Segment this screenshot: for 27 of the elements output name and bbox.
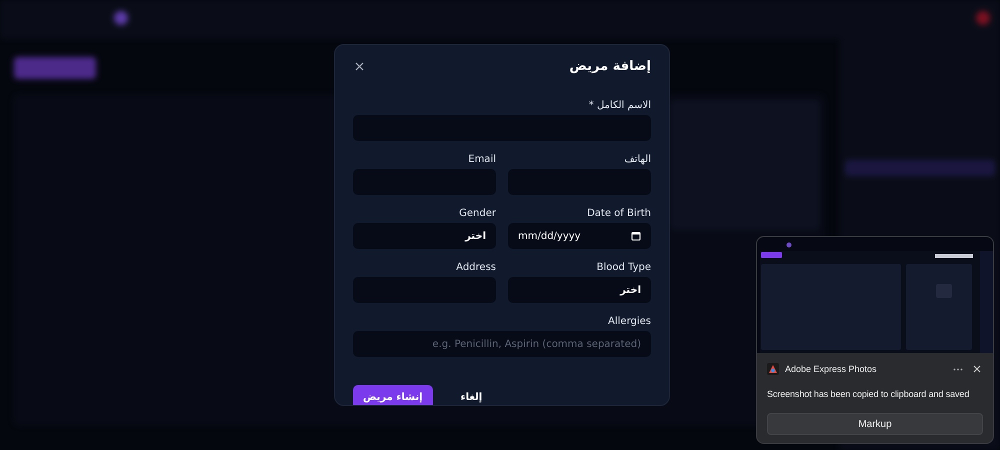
more-icon bbox=[953, 368, 963, 370]
notification-message: Screenshot has been copied to clipboard and saved bbox=[767, 389, 970, 399]
dialog-title: إضافة مريض bbox=[569, 59, 651, 74]
field-label: Blood Type bbox=[596, 262, 651, 273]
app-logo-icon bbox=[767, 363, 779, 375]
select-field[interactable]: اختر bbox=[353, 223, 496, 249]
field-label: Allergies bbox=[608, 316, 651, 327]
text-field[interactable]: e.g. Penicillin, Aspirin (comma separated) bbox=[353, 331, 651, 357]
date-value: mm/dd/yyyy bbox=[518, 230, 581, 242]
select-field[interactable]: اختر bbox=[508, 277, 651, 303]
field-label: الاسم الكامل * bbox=[588, 100, 651, 111]
close-button[interactable] bbox=[353, 60, 366, 73]
app-name: Adobe Express Photos bbox=[785, 364, 878, 374]
field-label: Address bbox=[456, 262, 496, 273]
close-icon bbox=[355, 62, 364, 71]
field-label: Date of Birth bbox=[587, 208, 651, 219]
create-button[interactable]: إنشاء مريض bbox=[353, 385, 433, 405]
field-label: الهاتف bbox=[624, 154, 651, 165]
field-label: Email bbox=[468, 154, 496, 165]
calendar-icon bbox=[631, 231, 641, 241]
markup-button[interactable]: Markup bbox=[767, 413, 983, 435]
close-icon bbox=[973, 365, 981, 373]
date-field[interactable]: mm/dd/yyyy bbox=[508, 223, 651, 249]
more-button[interactable] bbox=[951, 366, 965, 372]
cancel-button[interactable]: إلغاء bbox=[450, 385, 492, 405]
close-button[interactable] bbox=[971, 363, 983, 375]
field-label: Gender bbox=[459, 208, 496, 219]
